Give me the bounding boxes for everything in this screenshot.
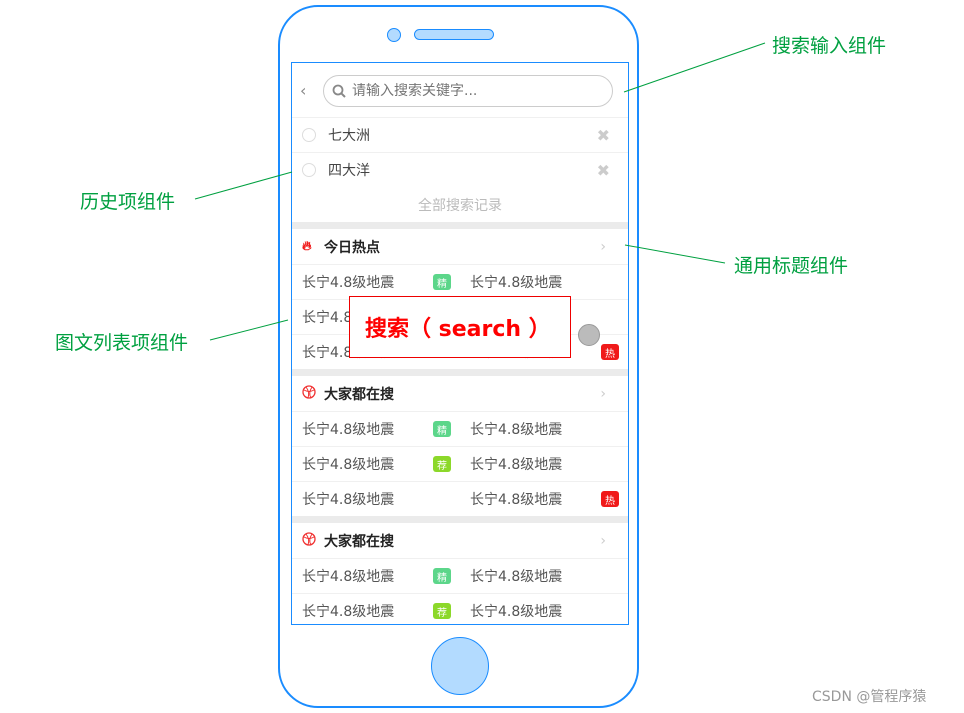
annotation-list-item: 图文列表项组件: [55, 332, 189, 354]
watermark: CSDN @管程序猿: [812, 689, 927, 705]
annotation-title-component: 通用标题组件: [734, 255, 849, 277]
annotation-search-input: 搜索输入组件: [772, 35, 887, 57]
annotation-history-item: 历史项组件: [80, 191, 176, 213]
annotation-lines: [194, 42, 766, 341]
